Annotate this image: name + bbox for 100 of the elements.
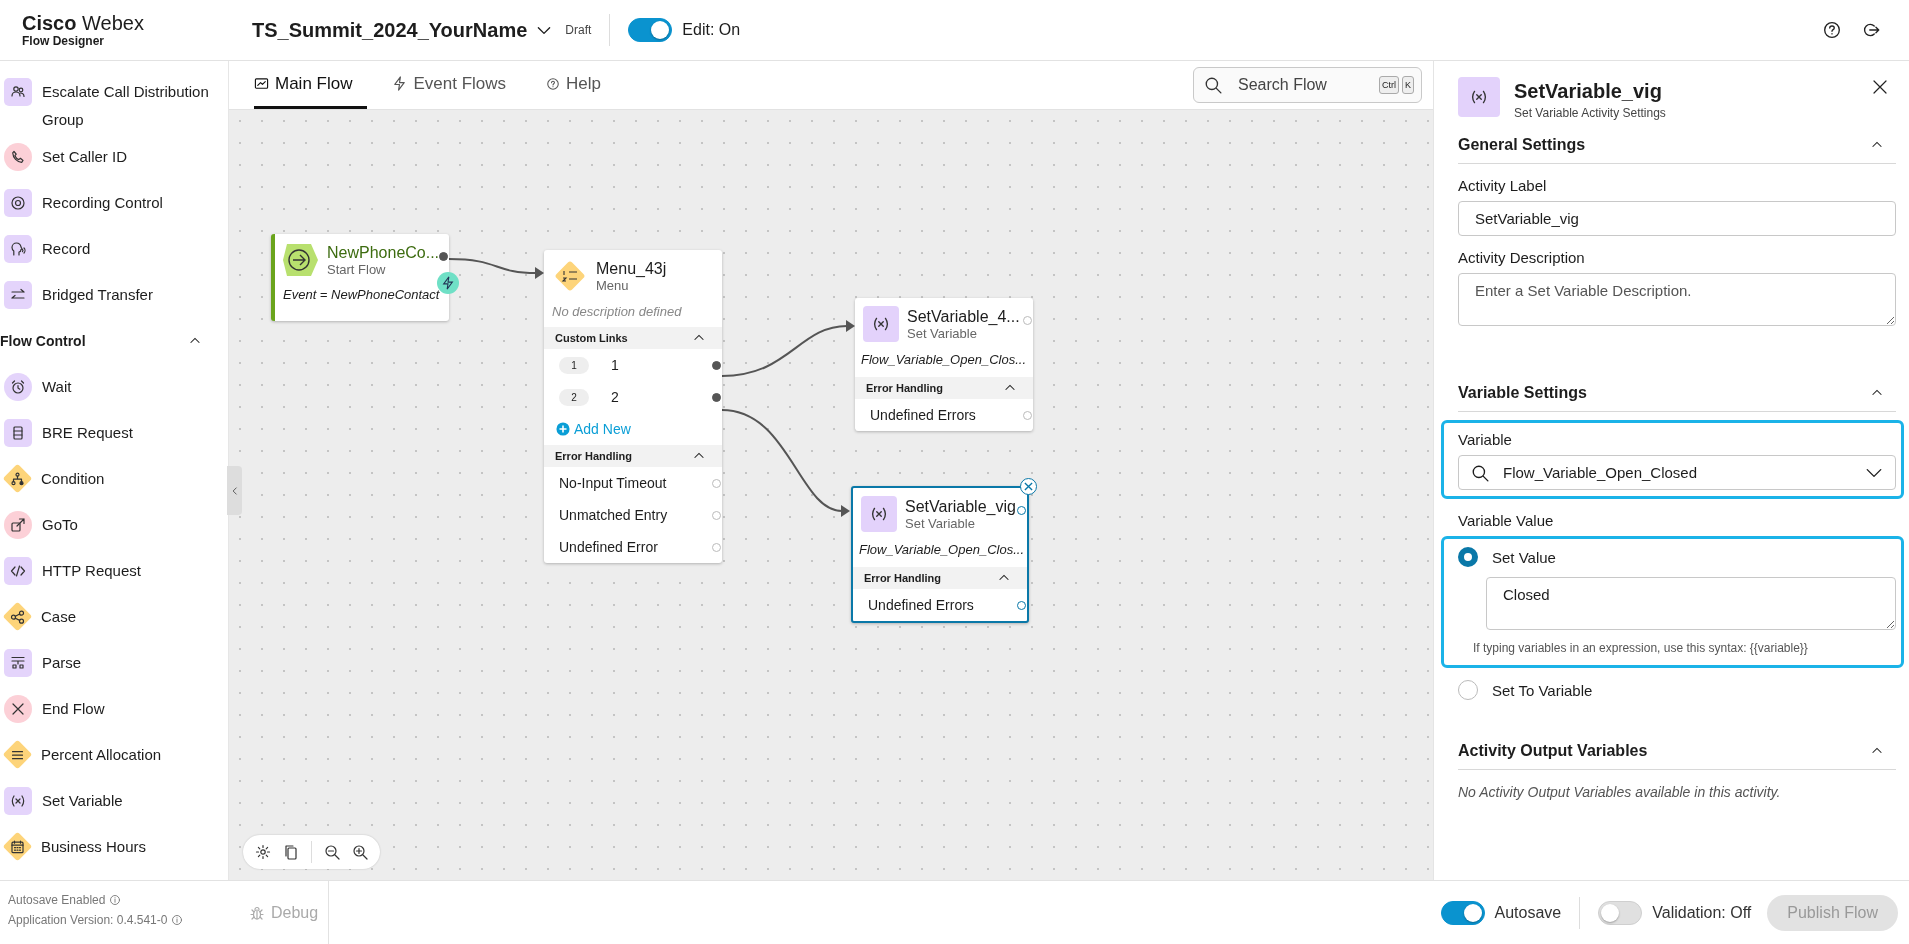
sidebar-item[interactable]: End Flow [42, 686, 113, 723]
app-name: Flow Designer [22, 34, 105, 48]
error-path-label: Unmatched Entry [559, 507, 668, 523]
activity-label-field[interactable]: SetVariable_vig [1458, 201, 1896, 236]
sidebar-item[interactable]: Parse [42, 640, 90, 677]
link-label: 2 [611, 389, 619, 405]
set-variable-node[interactable]: SetVariable_vig Set Variable Flow_Variable_Open_Clos... Error Handling Undefined Errors [851, 486, 1029, 623]
sidebar-item[interactable]: Record [42, 226, 99, 263]
section-title: Custom Links [555, 332, 628, 344]
close-icon [1872, 79, 1888, 95]
variable-name: Flow_Variable_Open_Clos... [860, 351, 1027, 369]
autosave-status: Autosave Enabled [8, 893, 106, 907]
menu-node[interactable]: Menu_43j Menu No description defined Custom Links 1 1 2 2 Add New Error Handling No-Input Timeout Unmatched Entry Undefined Error [544, 250, 722, 563]
syntax-hint: If typing variables in an expression, use this syntax: {{variable}} [1473, 641, 1809, 655]
link-number: 1 [559, 356, 589, 374]
sidebar-item[interactable]: Percent Allocation [41, 732, 170, 769]
variable-dropdown[interactable]: Flow_Variable_Open_Closed [1458, 455, 1896, 490]
radio-button[interactable] [1458, 680, 1478, 700]
plus-circle-icon [556, 422, 570, 436]
description-field[interactable]: Enter a Set Variable Description. [1458, 273, 1896, 326]
tab[interactable]: Help [546, 61, 617, 109]
chart-window-icon [254, 76, 269, 91]
section-title: Error Handling [864, 572, 941, 584]
collapse-handle[interactable] [227, 466, 242, 515]
port-dot[interactable] [712, 542, 721, 552]
copy-icon [283, 844, 299, 860]
bug-icon [249, 904, 265, 921]
sidebar-item[interactable]: Case [41, 594, 85, 631]
section-title: Activity Output Variables [1458, 741, 1648, 760]
product-name: Webex [82, 12, 144, 34]
help-icon [546, 76, 561, 91]
validation-label: Validation: Off [1652, 903, 1752, 922]
info-icon [109, 894, 122, 906]
key-hint: Ctrl [1379, 76, 1399, 94]
edit-toggle[interactable] [628, 18, 673, 42]
gear-icon [255, 844, 271, 860]
radio-label[interactable]: Set Value [1492, 548, 1556, 566]
close-icon[interactable] [1020, 478, 1037, 495]
panel-title: SetVariable_vig [1514, 80, 1663, 103]
sidebar-item[interactable]: Recording Control [42, 180, 171, 217]
node-type: Set Variable [907, 325, 978, 341]
autosave-toggle[interactable] [1440, 900, 1485, 925]
node-type: Set Variable [905, 515, 976, 531]
validation-toggle[interactable] [1598, 900, 1643, 925]
zoom-out-icon [324, 844, 340, 860]
sidebar-item[interactable]: BRE Request [42, 410, 141, 447]
link-label: 1 [611, 357, 619, 373]
search-icon [1471, 463, 1489, 482]
node-description: No description defined [551, 303, 683, 321]
sidebar-item[interactable]: GoTo [42, 502, 86, 539]
value-field[interactable]: Closed [1486, 577, 1896, 630]
variable-icon [861, 496, 897, 532]
port-dot[interactable] [1017, 506, 1026, 515]
flow-name: TS_Summit_2024_YourName [252, 18, 528, 42]
section-title: Error Handling [555, 450, 632, 462]
info-icon [171, 914, 184, 926]
sidebar-item[interactable]: Condition [41, 456, 113, 493]
error-path-label: Undefined Error [559, 539, 658, 555]
tab[interactable]: Event Flows [392, 61, 522, 109]
link-number: 2 [559, 388, 589, 406]
start-node[interactable]: NewPhoneCo... Start Flow Event = NewPhoneContact [271, 234, 449, 321]
node-title: Menu_43j [596, 259, 667, 278]
port-dot[interactable] [439, 252, 448, 261]
port-dot[interactable] [712, 360, 721, 370]
port-dot[interactable] [712, 392, 721, 402]
sidebar-item[interactable]: Business Hours [41, 824, 155, 861]
radio-button[interactable] [1458, 547, 1478, 567]
node-title: SetVariable_vig [905, 497, 1016, 516]
sign-out-icon [1863, 21, 1881, 39]
port-dot[interactable] [712, 510, 721, 520]
port-dot[interactable] [1023, 316, 1032, 325]
error-path-label: Undefined Errors [870, 407, 976, 423]
port-dot[interactable] [712, 478, 721, 488]
sidebar-item[interactable]: Wait [42, 364, 80, 401]
sidebar-item[interactable]: HTTP Request [42, 548, 149, 585]
sidebar-item[interactable]: Set Caller ID [42, 134, 136, 171]
port-dot[interactable] [1017, 600, 1026, 610]
field-label: Activity Label [1458, 177, 1548, 194]
brand-name: Cisco [22, 12, 77, 34]
error-path-label: No-Input Timeout [559, 475, 667, 491]
sidebar-item[interactable]: Escalate Call Distribution Group [42, 69, 228, 134]
variable-icon [863, 306, 899, 342]
variable-name: Flow_Variable_Open_Clos... [858, 541, 1025, 559]
help-icon [1823, 21, 1841, 39]
field-label: Activity Description [1458, 249, 1586, 266]
event-label: Event = NewPhoneContact [283, 287, 441, 302]
set-variable-node[interactable]: SetVariable_4... Set Variable Flow_Variable_Open_Clos... Error Handling Undefined Errors [855, 298, 1033, 431]
sidebar-item[interactable]: Bridged Transfer [42, 272, 161, 309]
port-dot[interactable] [1023, 410, 1032, 420]
error-path-label: Undefined Errors [868, 597, 974, 613]
status-label: Draft [565, 23, 592, 37]
section-title: Variable Settings [1458, 383, 1587, 402]
sidebar-item[interactable]: Set Variable [42, 778, 131, 815]
field-label: Variable [1458, 431, 1513, 448]
node-type: Menu [596, 277, 630, 293]
app-version: Application Version: 0.4.541-0 [8, 913, 168, 927]
autosave-label: Autosave [1494, 903, 1562, 922]
section-title: General Settings [1458, 135, 1586, 154]
radio-label[interactable]: Set To Variable [1492, 681, 1593, 699]
lightning-icon [392, 76, 408, 91]
